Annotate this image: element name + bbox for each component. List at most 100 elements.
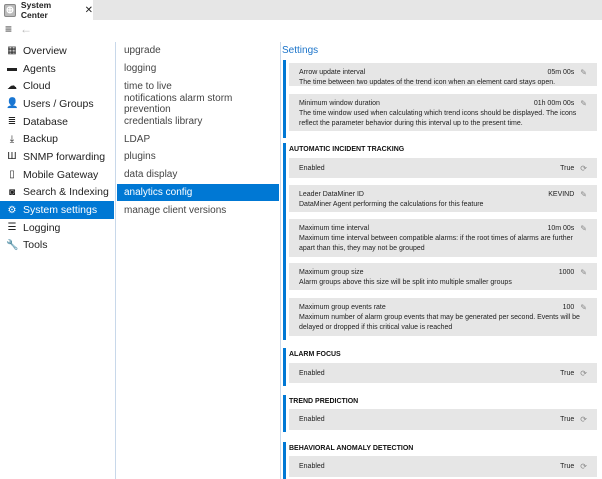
snmp-forwarding-icon: Ш [7,151,17,163]
divider [115,42,116,479]
sidebar-item-users-groups[interactable]: 👤 Users / Groups [0,95,114,113]
sidebar-item-label: Cloud [23,80,51,93]
pencil-icon[interactable]: ✎ [580,268,587,277]
setting-card-maximum-group-events-rate: Maximum group events rate 100 ✎ Maximum num… [289,298,597,336]
sidebar-item-snmp-forwarding[interactable]: Ш SNMP forwarding [0,148,114,166]
setting-card-enabled: Enabled True ⟳ [289,158,597,178]
tab-system-center[interactable]: ⊕ System Center ✕ [0,0,93,20]
tab-title: System Center [20,0,52,20]
sidebar-item-logging[interactable]: ☰ Logging [0,219,114,237]
sidebar-item-overview[interactable]: ▦ Overview [0,42,114,60]
sidebar-item-database[interactable]: ≣ Database [0,113,114,131]
overview-icon: ▦ [7,45,17,57]
hamburger-menu-icon[interactable]: ≡ [5,22,12,36]
setting-description: Alarm groups above this size will be spl… [299,279,512,286]
pencil-icon[interactable]: ✎ [580,224,587,233]
submenu-item-credentials-library[interactable]: credentials library [117,113,279,131]
submenu-item-logging[interactable]: logging [117,60,279,78]
sidebar-nav: ▦ Overview ▬ Agents ☁ Cloud 👤 Users / Groups ≣ Da… [0,42,114,254]
setting-description: DataMiner Agent performing the calculati… [299,201,484,208]
sidebar-item-label: Backup [23,133,59,146]
toggle-refresh-icon[interactable]: ⟳ [580,415,587,424]
toggle-refresh-icon[interactable]: ⟳ [580,369,587,378]
sidebar-item-label: Search & Indexing [23,186,109,199]
sidebar-item-label: Database [23,115,68,128]
group-accent-bar [283,442,286,479]
sidebar-item-label: System settings [23,204,98,217]
sidebar-item-mobile-gateway[interactable]: ▯ Mobile Gateway [0,166,114,184]
setting-value: 10m 00s [547,224,575,232]
setting-value: True [560,369,575,377]
sidebar-item-label: Users / Groups [23,97,94,110]
cloud-icon: ☁ [7,80,17,92]
pencil-icon[interactable]: ✎ [580,190,587,199]
group-accent-bar [283,348,286,386]
submenu-item-ldap[interactable]: LDAP [117,130,279,148]
toggle-refresh-icon[interactable]: ⟳ [580,164,587,173]
setting-description: The time window used when calculating wh… [299,110,577,127]
sidebar-item-backup[interactable]: ⤓ Backup [0,130,114,148]
submenu-item-plugins[interactable]: plugins [117,148,279,166]
group-header: BEHAVIORAL ANOMALY DETECTION [289,445,414,452]
setting-label: Enabled [299,463,325,470]
sidebar-item-label: SNMP forwarding [23,150,106,163]
setting-card-maximum-group-size: Maximum group size 1000 ✎ Alarm groups abov… [289,263,597,290]
submenu-item-manage-client-versions[interactable]: manage client versions [117,201,279,219]
globe-icon: ⊕ [4,3,16,17]
sidebar-item-search-indexing[interactable]: ◙ Search & Indexing [0,184,114,202]
setting-label: Minimum window duration [299,99,380,107]
setting-card-arrow-update-interval: Arrow update interval 05m 00s ✎ The time be… [289,63,597,86]
sidebar-item-agents[interactable]: ▬ Agents [0,60,114,78]
pencil-icon[interactable]: ✎ [580,68,587,77]
setting-value: 05m 00s [547,68,575,76]
setting-label: Enabled [299,416,325,423]
setting-value: True [560,164,575,172]
setting-description: The time between two updates of the tren… [299,79,556,86]
sidebar-item-label: Agents [23,62,56,75]
pencil-icon[interactable]: ✎ [580,303,587,312]
submenu-item-analytics-config[interactable]: analytics config [117,183,279,202]
toolbar: ≡ ← [0,20,602,38]
sidebar-item-system-settings[interactable]: ⚙ System settings [0,201,114,219]
sidebar-item-cloud[interactable]: ☁ Cloud [0,77,114,95]
sidebar-item-label: Tools [23,239,48,252]
sidebar-item-label: Mobile Gateway [23,168,99,181]
submenu-item-data-display[interactable]: data display [117,166,279,184]
setting-card-enabled: Enabled True ⟳ [289,409,597,430]
setting-card-leader-dataminer-id: Leader DataMiner ID KEVIND ✎ DataMiner Agen… [289,185,597,212]
setting-label: Leader DataMiner ID [299,190,364,198]
sidebar-item-tools[interactable]: 🔧 Tools [0,237,114,255]
setting-value: True [560,416,575,423]
tab-bar: ⊕ System Center ✕ [0,0,602,20]
back-arrow-icon[interactable]: ← [20,22,32,36]
setting-description: Maximum time interval between compatible… [299,235,573,252]
group-header: TREND PREDICTION [289,398,359,405]
group-header: AUTOMATIC INCIDENT TRACKING [289,146,405,153]
group-accent-bar [283,395,286,432]
sidebar-item-label: Logging [23,221,61,234]
setting-value: 100 [562,303,575,311]
setting-value: True [560,463,575,470]
setting-label: Maximum group size [299,268,364,276]
submenu-item-upgrade[interactable]: upgrade [117,42,279,60]
setting-label: Arrow update interval [299,68,366,76]
setting-label: Maximum group events rate [299,303,386,311]
agents-icon: ▬ [7,63,17,75]
pencil-icon[interactable]: ✎ [580,99,587,108]
setting-card-enabled: Enabled True ⟳ [289,363,597,383]
setting-value: KEVIND [548,190,575,198]
setting-label: Enabled [299,369,325,377]
logging-icon: ☰ [7,222,17,234]
tools-icon: 🔧 [6,239,19,251]
group-header: ALARM FOCUS [289,351,341,358]
close-icon[interactable]: ✕ [85,5,93,16]
toggle-refresh-icon[interactable]: ⟳ [580,462,587,471]
submenu-item-notifications-alarm-storm-prevention[interactable]: notifications alarm storm prevention [117,93,279,115]
sidebar-item-label: Overview [23,44,67,57]
database-icon: ≣ [7,116,17,128]
setting-value: 01h 00m 00s [533,99,575,107]
submenu-list: upgrade logging time to live notifications … [117,42,279,219]
setting-card-maximum-time-interval: Maximum time interval 10m 00s ✎ Maximum tim… [289,219,597,257]
group-accent-bar [283,143,286,340]
settings-title: Settings [282,45,319,56]
